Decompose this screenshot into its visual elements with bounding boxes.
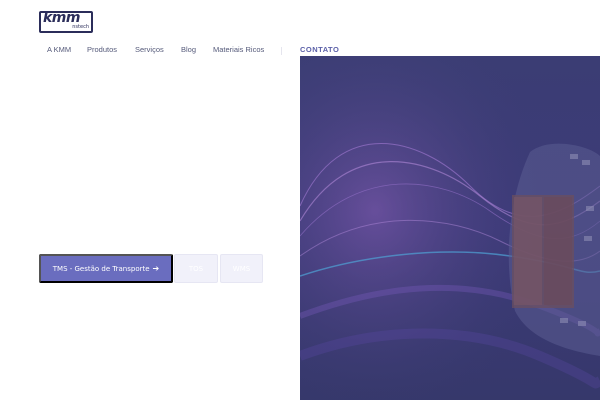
tab-tms-label: TMS - Gestão de Transporte <box>52 264 150 273</box>
hero-illustration <box>300 56 600 400</box>
nav-item-a-kmm[interactable]: A KMM <box>47 45 71 54</box>
hero-image <box>300 56 600 400</box>
tab-wms[interactable]: WMS <box>220 254 263 283</box>
nav-item-servicos[interactable]: Serviços <box>135 45 164 54</box>
tab-tos[interactable]: TOS <box>174 254 218 283</box>
nav-item-produtos[interactable]: Produtos <box>87 45 117 54</box>
logo[interactable]: kmm nstech <box>39 10 93 33</box>
logo-subtext: nstech <box>72 24 89 30</box>
tab-tms[interactable]: TMS - Gestão de Transporte ➔ <box>39 254 173 283</box>
nav-item-blog[interactable]: Blog <box>181 45 196 54</box>
arrow-right-icon: ➔ <box>152 264 160 273</box>
nav-contact-link[interactable]: CONTATO <box>300 45 339 54</box>
nav-item-materiais-ricos[interactable]: Materiais Ricos <box>213 45 264 54</box>
nav-divider <box>281 47 282 55</box>
